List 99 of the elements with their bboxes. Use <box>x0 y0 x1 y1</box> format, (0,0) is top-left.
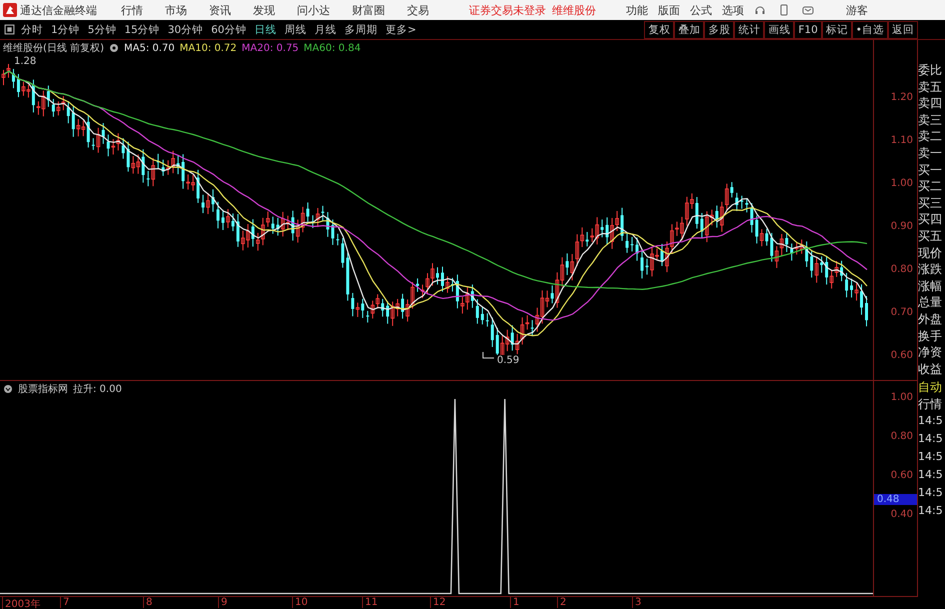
quote-label: 换手 <box>918 328 943 344</box>
leader-line <box>482 352 494 360</box>
period-tab[interactable]: 30分钟 <box>168 22 204 36</box>
menu-item[interactable]: 发现 <box>253 2 275 18</box>
toolbar-button[interactable]: F10 <box>794 20 822 38</box>
ma-reading: MA20: 0.75 <box>242 42 299 54</box>
date-label: 2 <box>557 596 566 608</box>
trade-time: 14:5 <box>918 485 944 502</box>
quote-label: 买三 <box>918 194 943 212</box>
axis-label: 1.00 <box>890 392 913 404</box>
trade-time: 14:5 <box>918 449 944 466</box>
quote-label: 委比 <box>918 62 943 79</box>
menu-item[interactable]: 市场 <box>165 2 187 18</box>
toolbar-button[interactable]: 画线 <box>764 20 794 38</box>
trade-time: 14:5 <box>918 467 944 484</box>
toolbar-button[interactable]: 复权 <box>644 20 674 38</box>
axis-label: 0.70 <box>890 307 913 318</box>
trade-time: 14:5 <box>918 413 944 430</box>
menu-item[interactable]: 功能 <box>626 2 648 18</box>
axis-label: 0.60 <box>890 350 913 361</box>
quote-label: 买五 <box>918 228 943 245</box>
date-label: 12 <box>430 596 446 608</box>
axis-label: 0.80 <box>890 264 913 275</box>
date-label: 3 <box>632 596 642 608</box>
quote-label: 卖五 <box>918 78 943 96</box>
menu-item[interactable]: 版面 <box>658 2 680 18</box>
menu-item[interactable]: 财富圈 <box>352 2 385 18</box>
date-label: 8 <box>143 596 152 608</box>
quote-label: 卖三 <box>918 112 943 128</box>
menu-item[interactable]: 选项 <box>722 2 744 18</box>
ma-reading: MA10: 0.72 <box>180 42 237 54</box>
toolbar-button[interactable]: 统计 <box>734 20 764 38</box>
high-price-label: 1.28 <box>14 56 36 67</box>
indicator-reading: 拉升: 0.00 <box>73 382 122 396</box>
date-label: 2003年 <box>2 596 40 609</box>
menu-item[interactable]: 公式 <box>690 2 712 18</box>
user-name[interactable]: 游客 <box>846 2 868 18</box>
quote-label: 现价 <box>918 244 943 262</box>
toolbar-button[interactable]: 标记 <box>822 20 852 38</box>
app-name: 通达信金融终端 <box>20 2 97 18</box>
period-tab[interactable]: 周线 <box>284 22 306 36</box>
ma-reading: MA5: 0.70 <box>124 42 175 54</box>
axis-label: 1.10 <box>890 135 913 146</box>
trade-time: 14:5 <box>918 503 944 520</box>
period-tab[interactable]: 日线 <box>254 22 276 36</box>
quote-label: 涨跌 <box>918 261 943 278</box>
period-tab[interactable]: 多周期 <box>344 22 378 36</box>
period-tab[interactable]: 分时 <box>21 22 43 36</box>
phone-icon[interactable] <box>778 4 790 16</box>
quote-label: 买四 <box>918 211 943 228</box>
market-label: 行情 <box>918 396 943 412</box>
headset-icon[interactable] <box>754 4 766 16</box>
date-label: 9 <box>218 596 228 608</box>
toolbar-button[interactable]: 叠加 <box>674 20 704 38</box>
period-tab[interactable]: 5分钟 <box>88 22 116 36</box>
period-tab[interactable]: 1分钟 <box>51 22 80 36</box>
period-tab[interactable]: 60分钟 <box>211 22 246 36</box>
menu-item[interactable]: 交易 <box>407 2 429 18</box>
menu-item[interactable]: 行情 <box>121 2 143 18</box>
quote-label: 总量 <box>918 294 943 311</box>
auto-label: 自动 <box>918 379 943 396</box>
indicator-name: 股票指标网 <box>18 382 68 396</box>
quote-label: 净资 <box>918 344 943 361</box>
login-notice[interactable]: 证券交易未登录 <box>469 2 546 18</box>
axis-label: 0.90 <box>890 221 913 232</box>
chart-title: 维维股份(日线 前复权) <box>3 42 104 55</box>
current-value-label: 0.48 <box>874 494 917 505</box>
toolbar-button[interactable]: 返回 <box>888 20 918 38</box>
low-price-label: 0.59 <box>496 355 520 366</box>
quote-label: 买二 <box>918 178 943 195</box>
date-label: 10 <box>292 596 308 608</box>
stock-name: 维维股份 <box>552 2 596 18</box>
quote-label: 卖四 <box>918 95 943 112</box>
square-icon[interactable] <box>4 24 15 35</box>
quote-label: 卖二 <box>918 128 943 145</box>
date-label: 7 <box>60 596 70 608</box>
date-label: 11 <box>362 596 378 608</box>
axis-label: 0.80 <box>890 431 913 442</box>
toolbar-button[interactable]: •自选 <box>852 20 888 38</box>
period-tab[interactable]: 更多> <box>386 22 416 36</box>
axis-label: 0.40 <box>890 509 913 520</box>
date-label: 1 <box>510 596 520 608</box>
trade-time: 14:5 <box>918 431 944 448</box>
quote-label: 收益 <box>918 360 943 378</box>
toolbar-button[interactable]: 多股 <box>704 20 734 38</box>
logo-icon <box>3 3 17 17</box>
quote-label: 卖一 <box>918 144 943 162</box>
message-icon[interactable] <box>802 4 814 16</box>
menu-item[interactable]: 问小达 <box>297 2 330 18</box>
period-tab[interactable]: 月线 <box>314 22 336 36</box>
menu-item[interactable]: 资讯 <box>209 2 231 18</box>
quote-label: 买一 <box>918 162 943 178</box>
axis-label: 1.20 <box>890 92 913 103</box>
period-tab[interactable]: 15分钟 <box>124 22 160 36</box>
quote-label: 外盘 <box>918 310 943 328</box>
axis-label: 1.00 <box>890 178 913 189</box>
axis-label: 0.60 <box>890 470 913 482</box>
quote-label: 涨幅 <box>918 278 943 294</box>
ma-reading: MA60: 0.84 <box>304 42 361 54</box>
